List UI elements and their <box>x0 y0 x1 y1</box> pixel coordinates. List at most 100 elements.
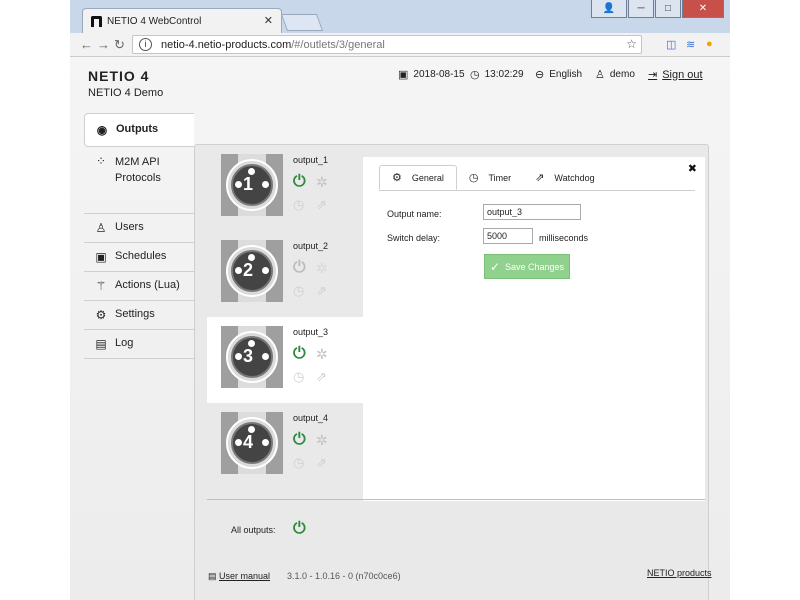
tab-general[interactable]: ⚙ General <box>379 165 457 190</box>
sidebar-item-schedules[interactable]: ▣ Schedules <box>84 243 194 272</box>
sidebar-item-m2m[interactable]: ⁘ M2M API Protocols <box>84 147 194 193</box>
url-text: netio-4.netio-products.com/#/outlets/3/g… <box>161 39 385 51</box>
language-selector[interactable]: ⊖ English <box>535 68 582 81</box>
output-row-2[interactable]: 2 output_2 ⏻ ✲ ◷ ⇗ <box>195 231 363 317</box>
netio-products-link[interactable]: NETIO products <box>647 568 712 578</box>
user-manual-link[interactable]: ▤ User manual <box>208 571 270 582</box>
switch-delay-field[interactable] <box>483 228 533 244</box>
output-row-1[interactable]: 1 output_1 ⏻ ✲ ◷ ⇗ <box>195 145 363 231</box>
all-outputs-power-icon[interactable]: ⏻ <box>293 520 306 538</box>
power-on-icon[interactable]: ⏻ <box>293 431 306 449</box>
extension-2-icon[interactable]: ≋ <box>686 38 695 51</box>
reset-icon[interactable]: ✲ <box>316 432 328 449</box>
divider <box>207 499 705 500</box>
clock-icon: ◷ <box>470 69 480 81</box>
power-off-icon[interactable]: ⏻ <box>293 259 306 277</box>
url-input[interactable]: i netio-4.netio-products.com/#/outlets/3… <box>132 35 642 54</box>
tab-watchdog[interactable]: ⇗ Watchdog <box>523 165 606 190</box>
time-display: ◷ 13:02:29 <box>470 69 524 81</box>
date-display: ▣ 2018-08-15 <box>398 69 465 81</box>
back-icon[interactable]: ← <box>80 37 93 52</box>
socket-icon[interactable]: 2 <box>221 240 283 302</box>
tab-close-icon[interactable]: ✕ <box>264 14 273 27</box>
watchdog-icon: ⇗ <box>316 283 327 298</box>
alert-icon[interactable]: ● <box>706 38 713 50</box>
output-name: output_1 <box>293 155 329 165</box>
watchdog-icon: ⇗ <box>316 197 327 212</box>
all-outputs-label: All outputs: <box>231 525 276 535</box>
power-on-icon[interactable]: ⏻ <box>293 173 306 191</box>
output-name: output_3 <box>293 327 329 337</box>
gear-icon: ⚙ <box>392 172 402 184</box>
timer-clock-icon: ◷ <box>293 197 305 212</box>
socket-icon[interactable]: 4 <box>221 412 283 474</box>
forward-icon[interactable]: → <box>97 37 110 52</box>
user-display[interactable]: ♙ demo <box>595 68 635 81</box>
sidebar-item-settings[interactable]: ⚙ Settings <box>84 301 194 330</box>
watchdog-icon: ⇗ <box>316 369 327 384</box>
watchdog-icon: ⇗ <box>535 172 545 184</box>
output-number: 3 <box>243 346 254 366</box>
reload-icon[interactable]: ↻ <box>114 37 125 53</box>
sidebar-item-log[interactable]: ▤ Log <box>84 330 194 359</box>
sidebar-item-outputs[interactable]: ◉ Outputs <box>84 113 194 147</box>
sidebar-item-actions[interactable]: ⚚ Actions (Lua) <box>84 272 194 301</box>
socket-icon[interactable]: 3 <box>221 326 283 388</box>
detail-tabs: ⚙ General ◷ Timer ⇗ Watchdog <box>379 165 607 190</box>
app-area: NETIO 4 NETIO 4 Demo ▣ 2018-08-15 ◷ 13:02:… <box>70 57 730 600</box>
sign-out-icon: ⇥ <box>648 69 658 81</box>
calendar-icon: ▣ <box>95 250 107 264</box>
browser-tab[interactable]: NETIO 4 WebControl ✕ <box>82 8 282 33</box>
netio-logo: NETIO 4 <box>88 68 150 84</box>
watchdog-icon: ⇗ <box>316 455 327 470</box>
close-window-button[interactable]: ✕ <box>682 0 724 18</box>
gear-icon: ⚙ <box>95 308 107 322</box>
save-changes-button[interactable]: ✓ Save Changes <box>484 254 570 279</box>
sign-out-link[interactable]: ⇥ Sign out <box>648 68 703 82</box>
browser-titlebar: NETIO 4 WebControl ✕ 👤 ─ □ ✕ <box>70 0 730 33</box>
user-icon: ♙ <box>95 221 107 235</box>
m2m-icon: ⁘ <box>95 154 107 168</box>
sidebar: ◉ Outputs ⁘ M2M API Protocols ♙ Users ▣ … <box>84 113 194 359</box>
device-name: NETIO 4 Demo <box>88 87 164 99</box>
extension-icon[interactable]: ◫ <box>666 38 676 51</box>
output-name-label: Output name: <box>387 209 442 219</box>
maximize-button[interactable]: □ <box>655 0 681 18</box>
document-icon: ▤ <box>208 571 217 581</box>
version-text: 3.1.0 - 1.0.16 - 0 (n70c0ce6) <box>287 571 401 581</box>
close-icon[interactable]: ✖ <box>688 162 697 175</box>
socket-icon[interactable]: 1 <box>221 154 283 216</box>
output-name-field[interactable] <box>483 204 581 220</box>
output-number: 1 <box>243 174 254 194</box>
switch-delay-unit: milliseconds <box>539 233 589 243</box>
reset-icon[interactable]: ✲ <box>316 260 328 277</box>
new-tab-button[interactable] <box>280 14 324 31</box>
timer-clock-icon: ◷ <box>293 369 305 384</box>
reset-icon[interactable]: ✲ <box>316 174 328 191</box>
tab-timer[interactable]: ◷ Timer <box>457 165 523 190</box>
language-icon: ⊖ <box>535 69 545 81</box>
document-icon: ▤ <box>95 337 107 351</box>
output-detail-card: ⚙ General ◷ Timer ⇗ Watchdog ✖ Output name:… <box>363 157 705 501</box>
info-icon[interactable]: i <box>139 38 152 51</box>
output-row-4[interactable]: 4 output_4 ⏻ ✲ ◷ ⇗ <box>195 403 363 489</box>
calendar-icon: ▣ <box>398 69 409 81</box>
sidebar-item-users[interactable]: ♙ Users <box>84 213 194 243</box>
address-bar: ← → ↻ i netio-4.netio-products.com/#/out… <box>70 33 730 57</box>
profile-icon[interactable]: 👤 <box>591 0 627 18</box>
user-icon: ♙ <box>595 69 605 81</box>
wand-icon: ⚚ <box>95 279 107 293</box>
tab-divider <box>379 190 695 191</box>
output-name: output_2 <box>293 241 329 251</box>
power-on-icon[interactable]: ⏻ <box>293 345 306 363</box>
outputs-panel: 1 output_1 ⏻ ✲ ◷ ⇗ 2 output_2 ⏻ ✲ ◷ ⇗ 3 … <box>194 144 709 600</box>
bookmark-star-icon[interactable]: ☆ <box>626 37 637 51</box>
output-number: 4 <box>243 432 254 452</box>
netio-favicon-icon <box>91 15 102 27</box>
reset-icon[interactable]: ✲ <box>316 346 328 363</box>
minimize-button[interactable]: ─ <box>628 0 654 18</box>
output-number: 2 <box>243 260 254 280</box>
timer-clock-icon: ◷ <box>293 455 305 470</box>
output-row-3[interactable]: 3 output_3 ⏻ ✲ ◷ ⇗ <box>207 317 363 403</box>
tab-title: NETIO 4 WebControl <box>107 15 202 27</box>
